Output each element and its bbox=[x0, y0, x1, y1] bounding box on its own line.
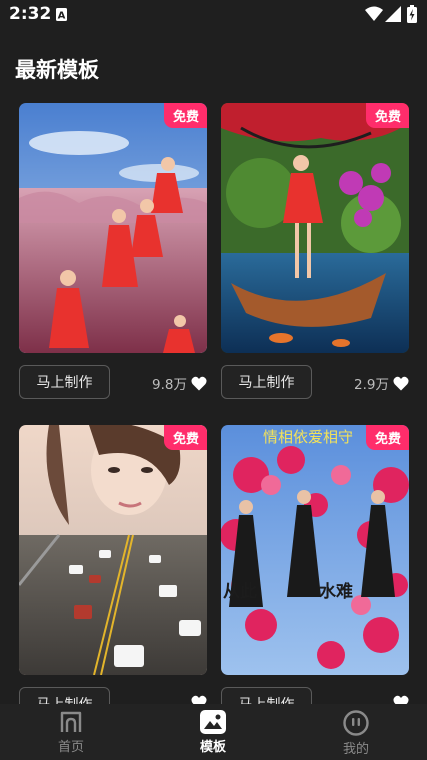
template-grid: 免费 马上制作 9.8万 免费 马上制作 2.9万 免费 情相依爱相守 从此 水… bbox=[0, 0, 427, 760]
template-thumbnail[interactable]: 免费 bbox=[19, 425, 207, 675]
home-icon bbox=[60, 711, 82, 732]
nav-templates[interactable]: 模板 bbox=[173, 710, 253, 755]
nav-templates-label: 模板 bbox=[199, 740, 226, 755]
bottom-navigation: 首页 模板 我的 bbox=[0, 704, 427, 760]
heart-icon[interactable] bbox=[191, 376, 207, 391]
free-badge: 免费 bbox=[163, 103, 207, 128]
nav-profile-label: 我的 bbox=[342, 742, 369, 757]
nav-profile[interactable]: 我的 bbox=[316, 710, 396, 757]
thumbnail-caption-left: 从此 bbox=[223, 581, 257, 602]
thumbnail-caption-top: 情相依爱相守 bbox=[263, 428, 353, 446]
likes-value: 2.9万 bbox=[354, 377, 389, 393]
free-badge: 免费 bbox=[163, 425, 207, 450]
make-now-button[interactable]: 马上制作 bbox=[221, 365, 312, 399]
nav-home-label: 首页 bbox=[57, 740, 84, 755]
template-thumbnail[interactable]: 免费 bbox=[221, 103, 409, 353]
likes-count: 9.8万 bbox=[152, 373, 207, 393]
likes-value: 9.8万 bbox=[152, 377, 187, 393]
template-thumbnail[interactable]: 情相依爱相守 从此 水难 免费 bbox=[221, 425, 409, 675]
free-badge: 免费 bbox=[365, 103, 409, 128]
free-badge: 免费 bbox=[365, 425, 409, 450]
heart-icon[interactable] bbox=[393, 376, 409, 391]
likes-count: 2.9万 bbox=[354, 373, 409, 393]
nav-home[interactable]: 首页 bbox=[31, 710, 111, 755]
template-icon bbox=[200, 710, 226, 734]
profile-icon bbox=[343, 710, 369, 736]
make-now-button[interactable]: 马上制作 bbox=[19, 365, 110, 399]
template-thumbnail[interactable]: 免费 bbox=[19, 103, 207, 353]
thumbnail-caption-right: 水难 bbox=[319, 581, 353, 602]
